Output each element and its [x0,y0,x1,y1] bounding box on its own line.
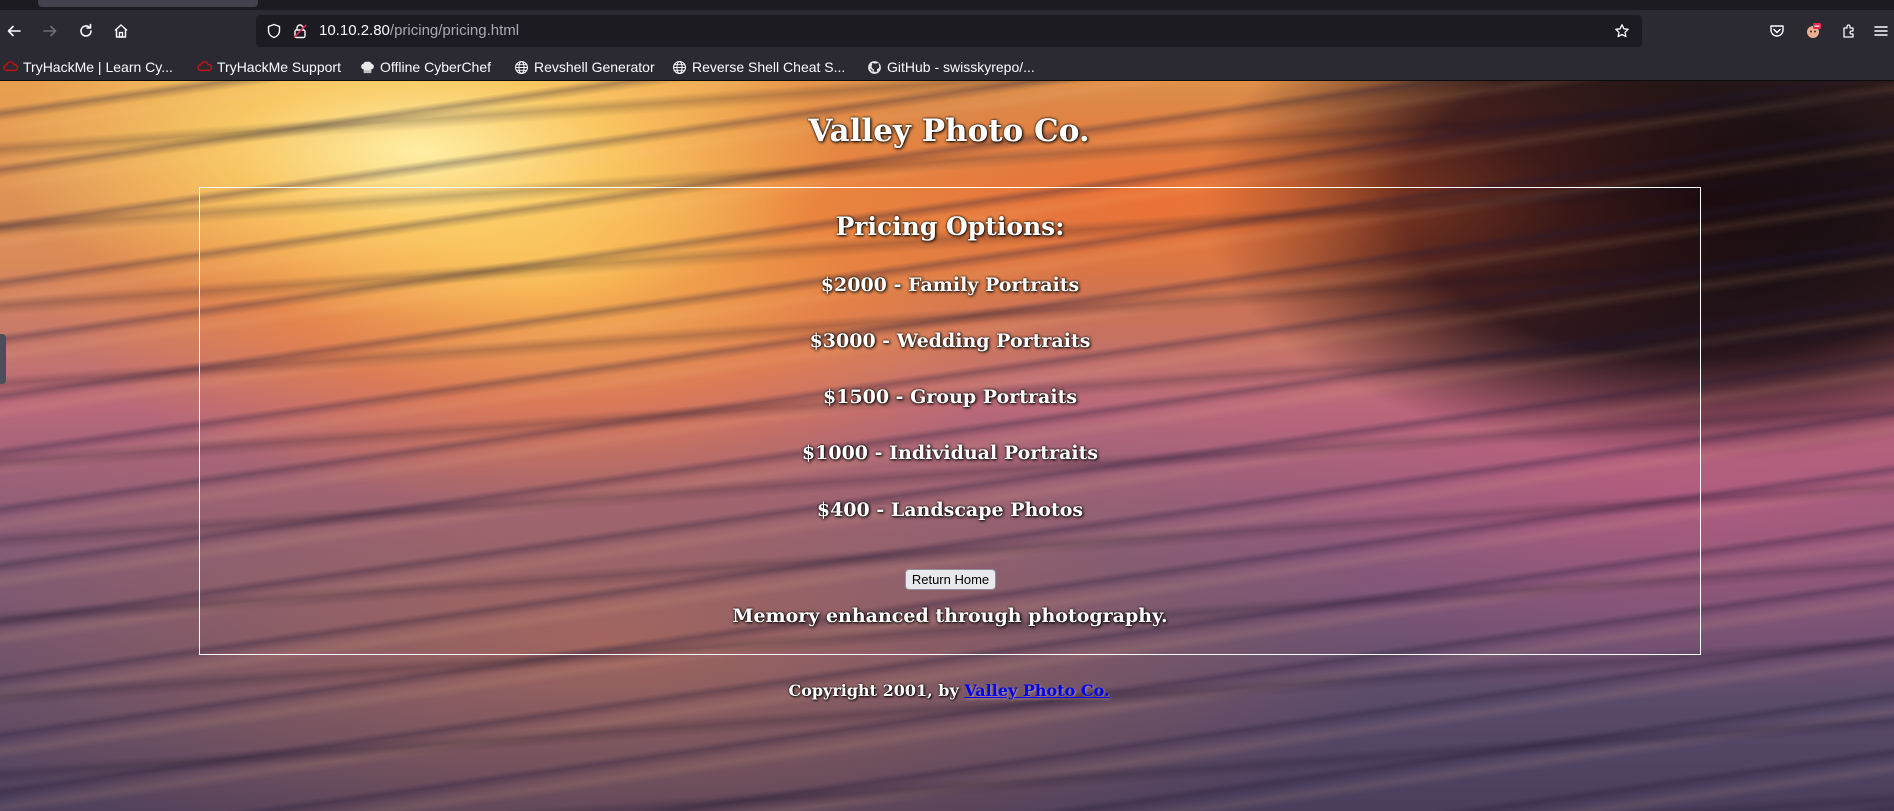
tryhackme-icon [197,60,212,71]
bookmark-label: Offline CyberChef [380,59,492,75]
return-home-button[interactable]: Return Home [905,569,996,590]
home-button[interactable] [107,17,135,45]
bookmark-label: Reverse Shell Cheat S... [692,59,846,75]
tagline: Memory enhanced through photography. [732,605,1168,627]
tryhackme-icon [3,60,18,71]
tab-strip [0,0,1894,10]
home-icon [114,24,128,38]
sidebar-handle[interactable] [0,334,6,384]
pocket-icon [1770,25,1784,37]
bookmark-item[interactable]: Reverse Shell Cheat S... [672,57,845,77]
navigation-toolbar: 10.10.2.80/pricing/pricing.html [0,10,1894,52]
url-text[interactable]: 10.10.2.80/pricing/pricing.html [319,22,519,39]
bookmark-item[interactable]: Revshell Generator [514,57,655,77]
arrow-right-icon [43,25,57,37]
chef-hat-icon [361,61,374,73]
bookmark-item[interactable]: TryHackMe Support [197,57,341,77]
pricing-heading: Pricing Options: [835,212,1065,241]
bookmark-star-icon[interactable] [1614,23,1630,39]
site-title: Valley Photo Co. [808,113,1090,149]
url-path: /pricing/pricing.html [389,22,520,39]
bookmark-label: GitHub - swisskyrepo/... [887,59,1035,75]
pocket-button[interactable] [1763,17,1791,45]
price-item: $1000 - Individual Portraits [801,442,1099,464]
globe-icon [673,60,686,74]
forward-button[interactable] [36,17,64,45]
url-host: 10.10.2.80 [319,22,390,39]
insecure-lock-icon[interactable] [292,23,308,39]
extensions-button[interactable] [1835,17,1863,45]
extension-button[interactable] [1799,17,1827,45]
page-viewport: Valley Photo Co. Pricing Options: $2000 … [0,81,1894,811]
back-button[interactable] [0,17,28,45]
pricing-panel: Pricing Options: $2000 - Family Portrait… [199,187,1701,655]
bookmark-item[interactable]: TryHackMe | Learn Cy... [3,57,173,77]
footer: Copyright 2001, by Valley Photo Co. [0,681,1894,700]
bookmark-item[interactable]: Offline CyberChef [360,57,491,77]
bookmarks-toolbar: TryHackMe | Learn Cy... TryHackMe Suppor… [0,52,1894,81]
github-icon [868,60,881,74]
puzzle-icon [1843,24,1854,38]
shield-icon[interactable] [266,23,282,39]
price-item: $1500 - Group Portraits [822,386,1078,408]
footer-company-link[interactable]: Valley Photo Co. [964,681,1109,700]
reload-icon [80,23,92,37]
price-item: $400 - Landscape Photos [816,499,1084,521]
arrow-left-icon [7,25,21,37]
price-item: $3000 - Wedding Portraits [809,330,1091,352]
bookmark-item[interactable]: GitHub - swisskyrepo/... [867,57,1035,77]
bookmark-label: TryHackMe | Learn Cy... [23,59,173,75]
bookmark-label: Revshell Generator [534,59,655,75]
url-bar[interactable]: 10.10.2.80/pricing/pricing.html [256,15,1642,47]
copyright-text: Copyright 2001, by [788,681,965,700]
globe-icon [515,60,528,74]
price-item: $2000 - Family Portraits [820,274,1080,296]
hamburger-menu-icon [1874,26,1888,36]
active-tab[interactable] [38,0,258,7]
bookmark-label: TryHackMe Support [217,59,341,75]
reload-button[interactable] [72,17,100,45]
menu-button[interactable] [1868,17,1894,45]
extension-avatar-icon [1807,23,1821,38]
